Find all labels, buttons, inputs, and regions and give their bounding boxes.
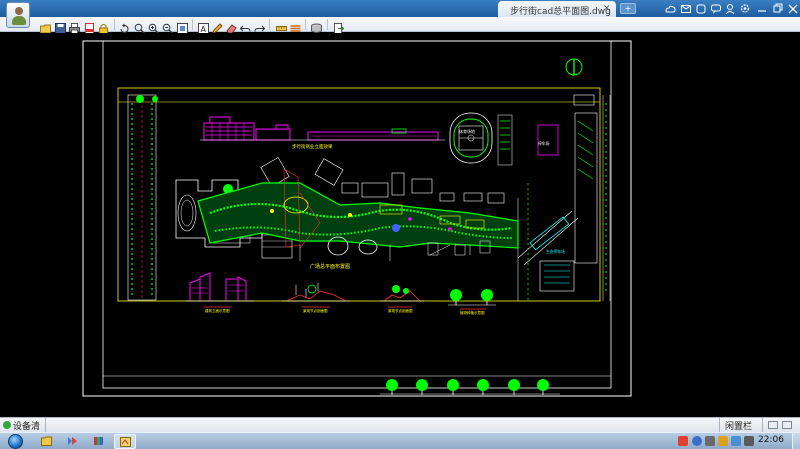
taskbar-explorer[interactable] [36,434,58,449]
elevation-building [200,116,445,141]
close-window-icon[interactable] [787,2,799,15]
chat-icon[interactable] [710,2,722,15]
user-icon[interactable] [724,2,736,15]
open-folder-icon[interactable] [40,19,51,34]
parking-bays [517,183,579,301]
save-icon[interactable] [55,19,66,34]
media-icon [68,437,77,445]
north-arrow-icon [565,58,583,76]
taskbar-books[interactable] [88,434,110,449]
help-icon[interactable] [692,436,702,446]
idle-label: 闲置栏 [725,422,753,432]
toolbar-separator [269,19,270,30]
exit-icon[interactable] [333,19,345,34]
sogou-icon[interactable] [678,436,688,446]
windows-taskbar: 22:06 [0,432,800,449]
taskbar-media[interactable] [62,434,84,449]
rotate-icon[interactable] [119,19,130,33]
zoom-in-status-icon[interactable] [782,421,792,429]
stadium-label: 体育场地 [459,128,475,134]
restore-icon[interactable] [772,2,784,15]
toolbar-separator [327,19,328,30]
section-label-4: 植物种植示意图 [460,310,485,315]
document-tab[interactable]: 步行街cad总平面图.dwg [498,1,616,17]
mail-tray-icon[interactable] [731,436,741,446]
zoom-window-icon[interactable] [134,19,145,34]
plaza-plan-label: 广场总平面布置图 [310,263,350,270]
section-label-3: 景观节点剖面图 [388,308,413,313]
explorer-icon [41,436,52,446]
device-list-tab[interactable]: 设备清单 [0,418,46,445]
close-tab-icon[interactable]: ✕ [603,4,611,14]
parking-label: 停车场 [538,141,550,146]
export-pdf-icon[interactable] [84,19,95,34]
text-icon[interactable]: A [198,19,209,34]
idle-panel[interactable]: 闲置栏 [719,418,763,432]
volume-icon[interactable] [744,436,754,446]
stadium [449,112,513,166]
bottom-details [186,272,496,310]
app-logo-icon[interactable] [6,2,30,28]
toolbar-separator [192,19,193,30]
section-label-2: 景观节点剖面图 [303,308,328,313]
pedestrian-street-plan [175,157,519,261]
cloud-icon[interactable] [664,2,676,15]
section-label-1: 建筑立面示意图 [205,308,230,313]
left-road [127,94,158,301]
books-icon [94,437,103,445]
main-toolbar: A [0,17,800,34]
network-icon[interactable] [705,436,715,446]
start-button[interactable] [3,433,29,449]
zoom-in-icon[interactable] [148,19,159,34]
redo-icon[interactable] [254,19,266,32]
pen-icon[interactable] [212,19,223,34]
cad-viewer-window: 步行街cad总平面图.dwg ✕ + A 步行街商业立面效果 体育场地 停车场 … [0,0,800,449]
minimize-icon[interactable] [756,2,768,15]
toolbar-separator [114,19,115,30]
system-clock[interactable]: 22:06 [758,435,784,445]
status-bar: 设备清单 闲置栏 [0,417,800,445]
stack-icon[interactable] [311,19,322,33]
status-ok-icon [3,421,11,429]
title-bar: 步行街cad总平面图.dwg ✕ + [0,0,800,17]
lock-icon[interactable] [98,19,109,34]
mail-icon[interactable] [680,2,692,15]
toolbar-separator [305,19,306,30]
drawing-canvas[interactable]: 步行街商业立面效果 体育场地 停车场 生态停车场 广场总平面布置图 建筑立面示意… [0,33,800,417]
zoom-out-status-icon[interactable] [768,421,778,429]
zoom-out-icon[interactable] [162,19,173,34]
show-desktop-button[interactable] [792,433,800,449]
elevation-label: 步行街商业立面效果 [292,143,333,150]
parking-lot-label: 生态停车场 [546,249,565,254]
cad-drawing: 步行街商业立面效果 体育场地 停车场 生态停车场 广场总平面布置图 建筑立面示意… [82,40,632,397]
layers-icon[interactable] [290,19,301,32]
windows-orb-icon [8,434,23,449]
new-tab-button[interactable]: + [620,3,636,14]
print-icon[interactable] [69,19,80,34]
tree-elevation-row [380,379,560,395]
cad-viewer-icon [120,437,131,447]
taskbar-cad-viewer[interactable] [114,434,136,449]
eraser-icon[interactable] [226,19,237,34]
measure-icon[interactable] [276,19,287,31]
share-icon[interactable] [695,2,707,15]
fit-window-icon[interactable] [177,19,188,34]
settings-gear-icon[interactable] [739,2,751,15]
undo-icon[interactable] [239,19,251,32]
flag-icon[interactable] [718,436,728,446]
